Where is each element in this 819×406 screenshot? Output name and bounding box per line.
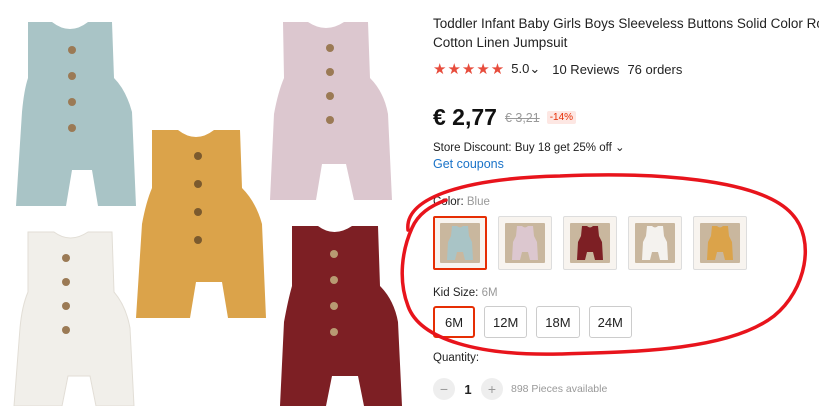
pieces-available: 898 Pieces available bbox=[511, 383, 608, 395]
color-swatch-white[interactable] bbox=[628, 216, 682, 270]
quantity-label: Quantity: bbox=[433, 352, 480, 364]
product-image[interactable] bbox=[0, 0, 428, 406]
size-option-18m[interactable]: 18M bbox=[536, 306, 580, 338]
color-swatch-burgundy[interactable] bbox=[563, 216, 617, 270]
rating-value: 5.0 bbox=[511, 61, 530, 76]
chevron-down-icon: ⌄ bbox=[529, 61, 541, 76]
size-label-text: Kid Size: bbox=[433, 287, 482, 299]
size-options: 6M 12M 18M 24M bbox=[433, 306, 632, 338]
size-selected-value: 6M bbox=[481, 287, 498, 299]
color-label-text: Color: bbox=[433, 196, 467, 208]
current-price: € 2,77 bbox=[433, 104, 497, 130]
product-image-rompers bbox=[13, 22, 402, 406]
romper-white bbox=[13, 231, 135, 406]
star-rating-icon: ★★★★★ bbox=[433, 61, 506, 78]
product-info: Toddler Infant Baby Girls Boys Sleeveles… bbox=[433, 0, 819, 406]
swatch-thumb bbox=[700, 223, 740, 263]
color-label: Color: Blue bbox=[433, 196, 490, 208]
product-title-line2: Cotton Linen Jumpsuit bbox=[433, 35, 568, 50]
romper-thumb-icon bbox=[447, 226, 473, 260]
romper-thumb-icon bbox=[512, 226, 538, 260]
rating-score[interactable]: 5.0⌄ bbox=[511, 61, 540, 77]
swatch-thumb bbox=[635, 223, 675, 263]
size-option-6m[interactable]: 6M bbox=[433, 306, 475, 338]
discount-badge: -14% bbox=[546, 111, 577, 124]
romper-thumb-icon bbox=[642, 226, 668, 260]
store-discount[interactable]: Store Discount: Buy 18 get 25% off ⌄ bbox=[433, 140, 625, 154]
swatch-thumb bbox=[505, 223, 545, 263]
color-swatches bbox=[433, 216, 747, 270]
romper-mustard bbox=[136, 130, 266, 318]
color-selected-value: Blue bbox=[466, 196, 490, 208]
product-title[interactable]: Toddler Infant Baby Girls Boys Sleeveles… bbox=[433, 14, 819, 52]
color-swatch-pink[interactable] bbox=[498, 216, 552, 270]
romper-burgundy bbox=[280, 226, 402, 406]
romper-thumb-icon bbox=[707, 226, 733, 260]
color-swatch-mustard[interactable] bbox=[693, 216, 747, 270]
size-option-12m[interactable]: 12M bbox=[484, 306, 528, 338]
romper-pink bbox=[270, 22, 392, 200]
swatch-thumb bbox=[570, 223, 610, 263]
get-coupons-link[interactable]: Get coupons bbox=[433, 157, 504, 171]
size-label: Kid Size: 6M bbox=[433, 287, 498, 299]
quantity-decrease-button[interactable]: − bbox=[433, 378, 455, 400]
quantity-stepper: − 1 + 898 Pieces available bbox=[433, 378, 607, 400]
quantity-value[interactable]: 1 bbox=[455, 382, 481, 397]
romper-thumb-icon bbox=[577, 226, 603, 260]
quantity-increase-button[interactable]: + bbox=[481, 378, 503, 400]
rating-row: ★★★★★ 5.0⌄ 10 Reviews 76 orders bbox=[433, 60, 690, 78]
original-price: € 3,21 bbox=[504, 110, 540, 125]
reviews-link[interactable]: 10 Reviews bbox=[552, 62, 619, 77]
swatch-thumb bbox=[440, 223, 480, 263]
romper-blue bbox=[16, 22, 136, 206]
size-option-24m[interactable]: 24M bbox=[588, 306, 632, 338]
color-swatch-blue[interactable] bbox=[433, 216, 487, 270]
product-title-line1: Toddler Infant Baby Girls Boys Sleeveles… bbox=[433, 16, 819, 31]
orders-count: 76 orders bbox=[627, 61, 683, 77]
price-row: € 2,77 € 3,21 -14% bbox=[433, 104, 577, 131]
